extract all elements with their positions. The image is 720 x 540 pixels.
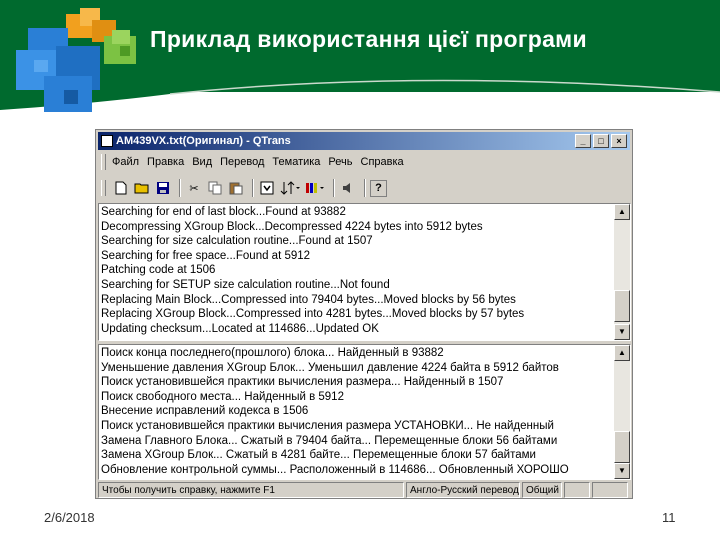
menubar-grip [101,154,106,170]
paste-icon[interactable] [227,179,245,197]
scroll-down-arrow-icon[interactable]: ▼ [614,324,630,340]
source-line: Searching for size calculation routine..… [101,235,373,248]
speaker-icon[interactable] [339,179,357,197]
status-size-grip[interactable] [592,482,628,498]
new-document-icon[interactable] [112,179,130,197]
source-line: Searching for SETUP size calculation rou… [101,278,390,291]
translated-line: Замена Главного Блока... Сжатый в 79404 … [101,434,558,447]
source-line: Searching for free space...Found at 5912 [101,249,311,262]
open-folder-icon[interactable] [133,179,151,197]
source-line: Decompressing XGroup Block...Decompresse… [101,220,483,233]
status-empty [564,482,590,498]
menu-topics[interactable]: Тематика [272,156,320,168]
menu-help[interactable]: Справка [361,156,404,168]
source-scrollbar[interactable]: ▲ ▼ [614,204,630,340]
source-line: Replacing XGroup Block...Compressed into… [101,308,525,321]
scroll-up-arrow-icon[interactable]: ▲ [614,204,630,220]
source-text: Searching for end of last block...Found … [101,205,611,336]
qtrans-window: AM439VX.txt(Оригинал) - QTrans _ □ × Фай… [95,129,633,499]
translated-line: Поиск свободного места... Найденный в 59… [101,390,344,403]
translation-text-pane[interactable]: Поиск конца последнего(прошлого) блока..… [98,344,631,480]
source-line: Searching for end of last block...Found … [101,206,346,218]
minimize-icon[interactable]: _ [575,134,591,148]
colors-icon[interactable] [304,179,326,197]
translated-line: Поиск установившейся практики вычисления… [101,376,504,389]
cut-icon[interactable]: ✂ [185,179,203,197]
toolbar-grip [101,180,106,196]
translated-line: Замена XGroup Блок... Сжатый в 4281 байт… [101,449,536,462]
translated-line: Обновление контрольной суммы... Располож… [101,463,569,476]
scroll-thumb[interactable] [614,290,630,322]
help-icon[interactable]: ? [370,179,387,197]
window-controls: _ □ × [575,134,627,148]
translated-line: Уменьшение давления XGroup Блок... Умень… [101,361,559,374]
toolbar: ✂ ? [98,176,630,200]
source-line: Replacing Main Block...Compressed into 7… [101,293,516,306]
status-topic: Общий [522,482,562,498]
toolbar-separator [179,179,181,197]
source-line: Updating checksum...Located at 114686...… [101,322,379,335]
menu-view[interactable]: Вид [192,156,212,168]
slide-date: 2/6/2018 [44,510,95,525]
translate-block-icon[interactable] [258,179,276,197]
translated-text: Поиск конца последнего(прошлого) блока..… [101,346,611,477]
window-titlebar[interactable]: AM439VX.txt(Оригинал) - QTrans _ □ × [98,132,630,150]
scroll-thumb[interactable] [614,431,630,463]
source-text-pane[interactable]: Searching for end of last block...Found … [98,203,631,341]
menu-speech[interactable]: Речь [328,156,352,168]
copy-icon[interactable] [206,179,224,197]
maximize-icon[interactable]: □ [593,134,609,148]
slide-page-number: 11 [662,510,676,525]
toolbar-separator [333,179,335,197]
menu-file[interactable]: Файл [112,156,139,168]
app-icon [101,135,113,147]
translation-scrollbar[interactable]: ▲ ▼ [614,345,630,479]
sort-icon[interactable] [279,179,301,197]
puzzle-cubes-logo [16,8,136,112]
toolbar-separator [252,179,254,197]
save-icon[interactable] [154,179,172,197]
scroll-down-arrow-icon[interactable]: ▼ [614,463,630,479]
menu-bar: Файл Правка Вид Перевод Тематика Речь Сп… [98,152,630,172]
translated-line: Внесение исправлений кодекса в 1506 [101,405,309,418]
status-hint: Чтобы получить справку, нажмите F1 [98,482,404,498]
menu-edit[interactable]: Правка [147,156,184,168]
scroll-up-arrow-icon[interactable]: ▲ [614,345,630,361]
status-bar: Чтобы получить справку, нажмите F1 Англо… [98,482,630,498]
source-line: Patching code at 1506 [101,264,216,277]
menu-translate[interactable]: Перевод [220,156,264,168]
translated-line: Поиск установившейся практики вычисления… [101,419,554,432]
slide-title: Приклад використання цієї програми [150,26,587,52]
toolbar-separator [364,179,366,197]
window-title: AM439VX.txt(Оригинал) - QTrans [116,135,291,147]
status-direction: Англо-Русский перевод [406,482,520,498]
close-icon[interactable]: × [611,134,627,148]
translated-line: Поиск конца последнего(прошлого) блока..… [101,347,444,359]
